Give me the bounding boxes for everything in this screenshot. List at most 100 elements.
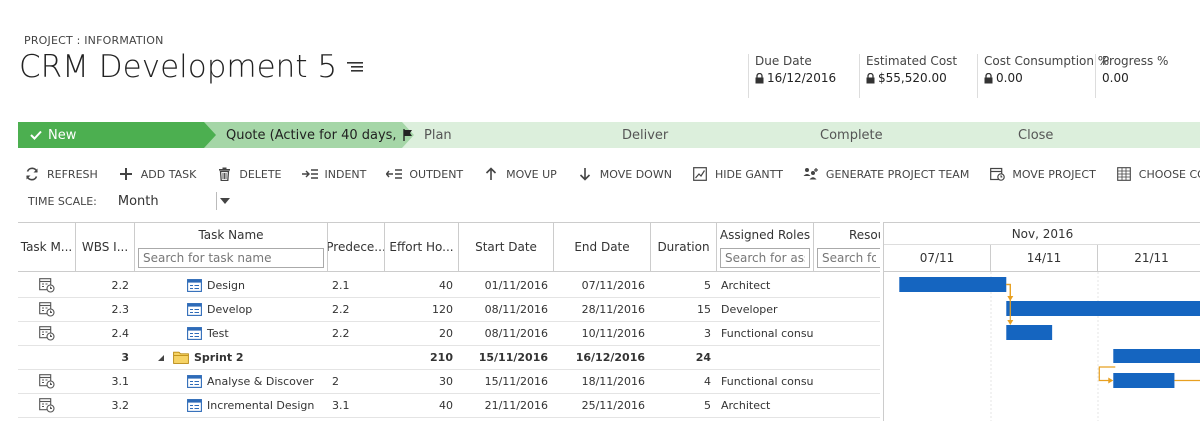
table-row[interactable]: 3 Sprint 2 210 15/11/2016 16/12/2016 24 xyxy=(18,346,880,370)
stage-label: Close xyxy=(1018,127,1054,143)
stage-plan[interactable]: Plan xyxy=(402,122,616,148)
cell-end: 10/11/2016 xyxy=(581,327,645,340)
hide-gantt-button[interactable]: HIDE GANTT xyxy=(692,166,783,182)
cell-start: 08/11/2016 xyxy=(484,327,548,340)
kpi-panel: Due Date 16/12/2016 Estimated Cost $55,5… xyxy=(748,54,1175,98)
column-header-start-date[interactable]: Start Date xyxy=(459,223,554,271)
cell-effort: 40 xyxy=(439,399,453,412)
gantt-link-arrow xyxy=(1007,320,1014,325)
gantt-task-bar[interactable] xyxy=(899,277,1007,292)
column-header-predecessors[interactable]: Predece... xyxy=(328,223,385,271)
task-name-search-input[interactable] xyxy=(138,248,324,268)
task-name-cell[interactable]: Test xyxy=(135,322,328,345)
column-header-effort[interactable]: Effort Ho... xyxy=(385,223,459,271)
time-scale-value[interactable]: Month xyxy=(118,194,216,209)
task-name-cell[interactable]: Incremental Design xyxy=(135,394,328,417)
column-header-task-name[interactable]: Task Name xyxy=(135,223,328,271)
table-row[interactable]: 2.4 Test 2.2 20 08/11/2016 10/11/2016 3 Functio… xyxy=(18,322,880,346)
generate-project-team-button[interactable]: GENERATE PROJECT TEAM xyxy=(803,166,969,182)
choose-columns-button[interactable]: CHOOSE COLUMNS xyxy=(1116,166,1200,182)
move-up-button[interactable]: MOVE UP xyxy=(483,166,557,182)
breadcrumb: PROJECT : INFORMATION xyxy=(24,34,164,47)
task-mode-cell xyxy=(18,274,76,297)
column-header-end-date[interactable]: End Date xyxy=(554,223,651,271)
stage-close[interactable]: Close xyxy=(996,122,1200,148)
cell-duration: 4 xyxy=(704,375,711,388)
cell-pred: 2.2 xyxy=(332,327,350,340)
stage-label: New xyxy=(48,127,77,143)
stage-quote[interactable]: Quote (Active for 40 days, xyxy=(204,122,418,148)
assigned-roles-search-input[interactable] xyxy=(720,248,810,268)
cell-duration: 5 xyxy=(704,399,711,412)
toolbar: REFRESH ADD TASK DELETE INDENT OUTDENT M… xyxy=(24,164,1200,184)
hide-gantt-label: HIDE GANTT xyxy=(714,167,783,181)
check-icon xyxy=(30,130,42,140)
cell-pred: 3.1 xyxy=(332,399,350,412)
arrow-up-icon xyxy=(483,166,499,182)
table-row[interactable]: 2.2 Design 2.1 40 01/11/2016 07/11/2016 5 Archi… xyxy=(18,274,880,298)
task-name: Design xyxy=(207,279,245,292)
move-project-button[interactable]: MOVE PROJECT xyxy=(989,166,1096,182)
kpi-value: 0.00 xyxy=(996,71,1023,85)
task-name-cell[interactable]: Design xyxy=(135,274,328,297)
task-name-cell[interactable]: Develop xyxy=(135,298,328,321)
stage-label: Complete xyxy=(820,127,883,143)
task-name-cell[interactable]: Analyse & Discover xyxy=(135,370,328,393)
gantt-task-bar[interactable] xyxy=(1006,301,1200,316)
task-icon xyxy=(187,279,202,292)
column-header-assigned-roles[interactable]: Assigned Roles xyxy=(717,223,814,271)
gantt-chart-icon xyxy=(692,166,708,182)
cell-start: 15/11/2016 xyxy=(484,375,548,388)
gantt-summary-bar[interactable] xyxy=(1113,349,1200,363)
column-header-wbs[interactable]: WBS I... xyxy=(76,223,135,271)
trash-icon xyxy=(216,166,232,182)
add-task-button[interactable]: ADD TASK xyxy=(118,166,196,182)
auto-schedule-icon xyxy=(39,278,55,293)
column-header-duration[interactable]: Duration xyxy=(651,223,717,271)
column-header-task-mode[interactable]: Task M... xyxy=(18,223,76,271)
cell-effort: 20 xyxy=(439,327,453,340)
stage-deliver[interactable]: Deliver xyxy=(600,122,814,148)
kpi-value: 0.00 xyxy=(1102,71,1129,85)
gantt-task-bar[interactable] xyxy=(1006,325,1053,340)
column-header-resources[interactable]: Resour... xyxy=(814,223,880,271)
gantt-week-header: 14/11 xyxy=(991,245,1098,271)
lock-icon xyxy=(755,72,764,83)
column-header-label: Assigned Roles xyxy=(719,228,811,242)
page-title: CRM Development 5 xyxy=(19,49,364,85)
refresh-button[interactable]: REFRESH xyxy=(24,166,98,182)
resources-search-input[interactable] xyxy=(817,248,880,268)
stage-new[interactable]: New xyxy=(18,122,218,148)
gantt-dependency-link xyxy=(1098,366,1116,382)
cell-pred: 2.1 xyxy=(332,279,350,292)
move-down-label: MOVE DOWN xyxy=(599,167,672,181)
move-down-button[interactable]: MOVE DOWN xyxy=(577,166,672,182)
table-row[interactable]: 3.1 Analyse & Discover 2 30 15/11/2016 18/11/… xyxy=(18,370,880,394)
delete-button[interactable]: DELETE xyxy=(216,166,282,182)
cell-wbs: 3.1 xyxy=(111,375,130,388)
cell-end: 16/12/2016 xyxy=(575,351,645,364)
cell-wbs: 2.4 xyxy=(111,327,130,340)
cell-end: 18/11/2016 xyxy=(581,375,645,388)
task-mode-cell xyxy=(18,346,76,369)
gantt-task-bar[interactable] xyxy=(1113,373,1175,388)
folder-icon xyxy=(173,351,189,364)
cell-wbs: 2.3 xyxy=(111,303,130,316)
collapse-arrow-icon[interactable] xyxy=(157,354,165,362)
table-row[interactable]: 3.2 Incremental Design 3.1 40 21/11/2016 25/1… xyxy=(18,394,880,418)
stage-complete[interactable]: Complete xyxy=(798,122,1012,148)
task-mode-cell xyxy=(18,394,76,417)
task-name-cell[interactable]: Sprint 2 xyxy=(135,346,328,369)
outdent-button[interactable]: OUTDENT xyxy=(386,166,463,182)
column-header-label: Effort Ho... xyxy=(389,240,454,254)
delete-label: DELETE xyxy=(239,167,282,181)
menu-icon[interactable] xyxy=(347,60,364,74)
cell-effort: 210 xyxy=(430,351,453,364)
kpi-label: Estimated Cost xyxy=(866,54,958,68)
indent-button[interactable]: INDENT xyxy=(301,166,366,182)
gantt-week-header: 21/11 xyxy=(1134,251,1169,265)
kpi-value: $55,520.00 xyxy=(878,71,947,85)
page-title-text: CRM Development 5 xyxy=(19,49,338,85)
time-scale-dropdown[interactable] xyxy=(215,192,234,210)
table-row[interactable]: 2.3 Develop 2.2 120 08/11/2016 28/11/2016 15 De… xyxy=(18,298,880,322)
